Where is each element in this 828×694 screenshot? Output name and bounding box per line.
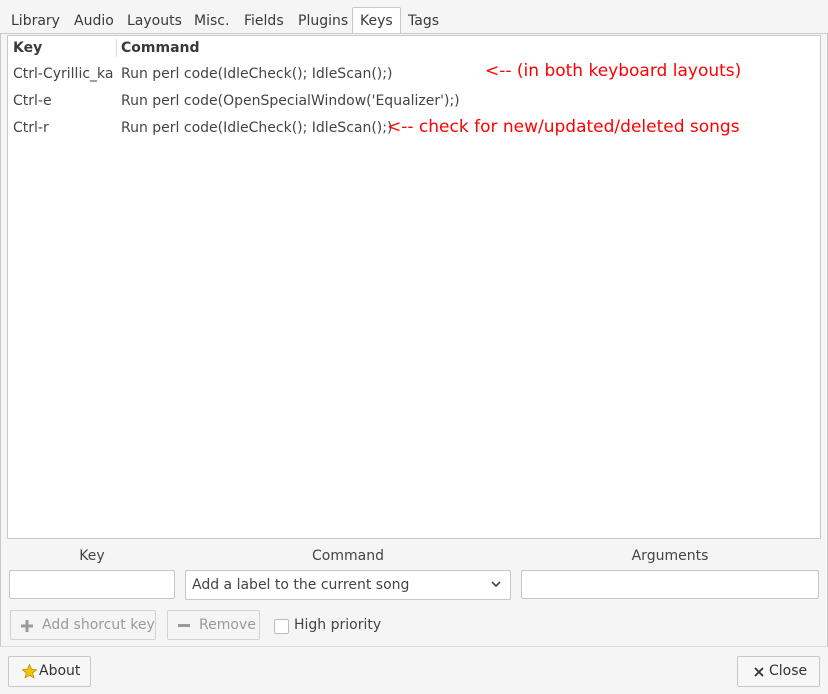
add-icon	[21, 620, 33, 632]
annotation-layouts: <-- (in both keyboard layouts)	[485, 61, 742, 81]
close-button[interactable]: Close	[737, 656, 820, 687]
row-key: Ctrl-e	[13, 93, 52, 109]
row-key: Ctrl-Cyrillic_ka	[13, 66, 114, 82]
about-button[interactable]: About	[8, 656, 91, 687]
tab-misc[interactable]: Misc.	[190, 8, 233, 34]
key-input[interactable]	[9, 570, 175, 599]
high-priority-label: High priority	[294, 617, 382, 633]
tab-fields[interactable]: Fields	[240, 8, 288, 34]
about-label: About	[39, 663, 81, 679]
tab-tags[interactable]: Tags	[404, 8, 443, 34]
close-icon	[754, 667, 764, 677]
arguments-input[interactable]	[521, 570, 819, 599]
tab-keys[interactable]: Keys	[352, 7, 401, 34]
footer-divider	[0, 646, 828, 647]
tab-audio[interactable]: Audio	[70, 8, 118, 34]
row-key: Ctrl-r	[13, 120, 49, 136]
row-command: Run perl code(IdleCheck(); IdleScan();)	[121, 66, 393, 82]
tab-library[interactable]: Library	[7, 8, 64, 34]
row-command: Run perl code(OpenSpecialWindow('Equaliz…	[121, 93, 460, 109]
tab-layouts[interactable]: Layouts	[123, 8, 186, 34]
key-label: Key	[79, 548, 105, 564]
column-header-key[interactable]: Key	[13, 36, 42, 60]
annotation-rescan: <-- check for new/updated/deleted songs	[387, 117, 740, 137]
chevron-down-icon	[491, 581, 501, 588]
shortcut-list[interactable]: Key Command Ctrl-Cyrillic_ka Run perl co…	[7, 35, 821, 539]
tab-bar: Library Audio Layouts Misc. Fields Plugi…	[0, 0, 828, 34]
command-select-value: Add a label to the current song	[192, 577, 410, 593]
add-shortcut-button[interactable]: Add shorcut key	[10, 610, 156, 640]
arguments-label: Arguments	[631, 548, 709, 564]
high-priority-checkbox[interactable]	[274, 619, 289, 634]
star-icon	[21, 663, 38, 679]
remove-label: Remove	[199, 617, 256, 633]
command-label: Command	[312, 548, 384, 564]
column-divider	[116, 39, 117, 57]
remove-button[interactable]: Remove	[167, 610, 260, 640]
tab-plugins[interactable]: Plugins	[294, 8, 352, 34]
row-command: Run perl code(IdleCheck(); IdleScan();)	[121, 120, 393, 136]
close-label: Close	[769, 663, 808, 679]
add-shortcut-label: Add shorcut key	[42, 617, 155, 633]
command-select[interactable]: Add a label to the current song	[185, 570, 511, 600]
column-header-command[interactable]: Command	[121, 36, 200, 60]
remove-icon	[178, 624, 190, 627]
